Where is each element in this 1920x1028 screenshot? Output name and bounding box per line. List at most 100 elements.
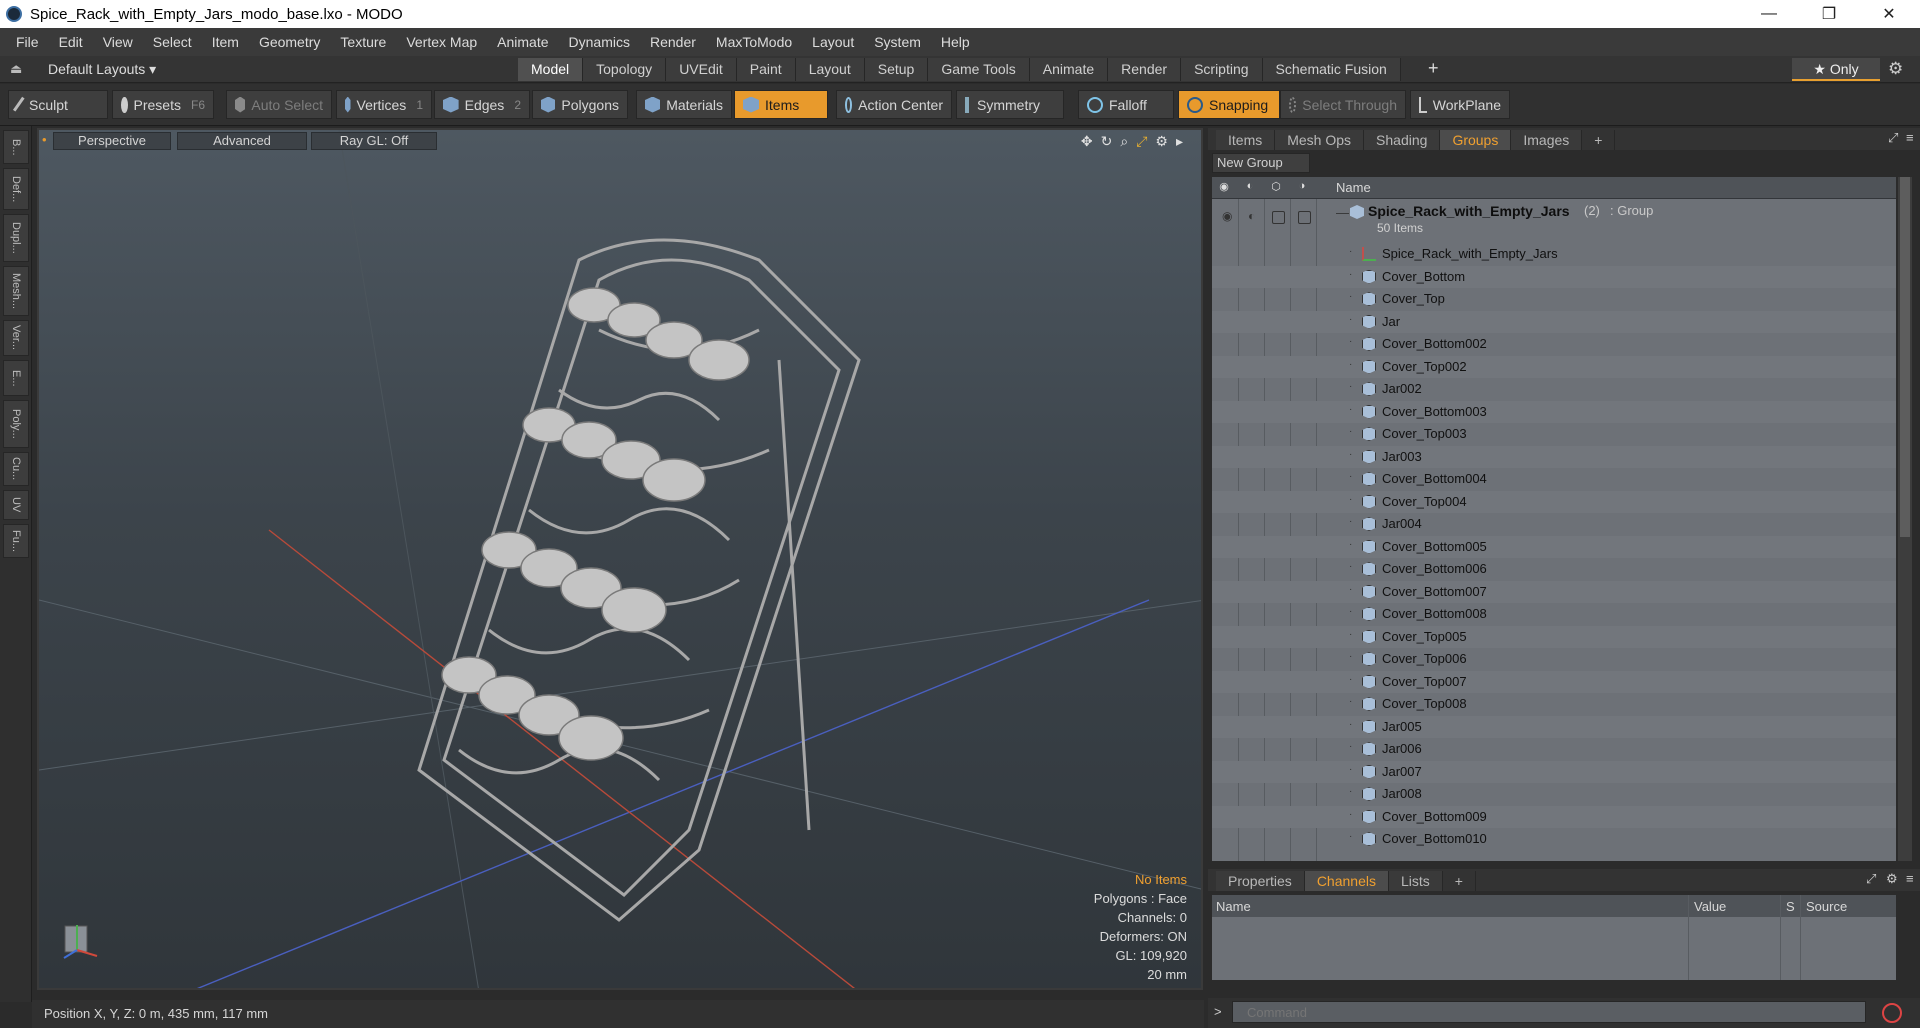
layout-tab-setup[interactable]: Setup bbox=[864, 58, 929, 81]
close-button[interactable]: ✕ bbox=[1860, 0, 1918, 28]
menu-maxtomodo[interactable]: MaxToModo bbox=[706, 34, 802, 50]
layout-tab-scripting[interactable]: Scripting bbox=[1181, 58, 1263, 81]
list-item[interactable]: · Cover_Bottom bbox=[1212, 265, 1896, 288]
select-checkbox[interactable] bbox=[1298, 211, 1311, 224]
only-toggle[interactable]: ★ Only bbox=[1792, 58, 1880, 81]
channel-value-header[interactable]: Value bbox=[1694, 899, 1726, 914]
record-icon[interactable] bbox=[1882, 1003, 1902, 1023]
add-tab-button[interactable]: + bbox=[1443, 871, 1476, 891]
list-item[interactable]: · Cover_Bottom006 bbox=[1212, 558, 1896, 581]
panel-expand-icon[interactable]: ⤢ bbox=[1866, 871, 1876, 887]
menu-item[interactable]: Item bbox=[202, 34, 249, 50]
layout-tab-schematic-fusion[interactable]: Schematic Fusion bbox=[1262, 58, 1401, 81]
gear-icon[interactable]: ⚙ bbox=[1888, 59, 1903, 79]
list-item[interactable]: · Jar003 bbox=[1212, 445, 1896, 468]
list-item[interactable]: · Cover_Bottom002 bbox=[1212, 333, 1896, 356]
select-column-icon[interactable]: ◑ bbox=[1295, 180, 1309, 194]
name-column-header[interactable]: Name bbox=[1336, 180, 1371, 195]
layout-tab-uvedit[interactable]: UVEdit bbox=[666, 58, 737, 81]
left-strip-tab[interactable]: Poly... bbox=[3, 400, 29, 448]
3d-viewport[interactable]: • Perspective Advanced Ray GL: Off ✥ ↻ ⌕… bbox=[37, 128, 1203, 990]
auto-select-button[interactable]: Auto Select bbox=[226, 90, 332, 119]
menu-dynamics[interactable]: Dynamics bbox=[559, 34, 640, 50]
zoom-icon[interactable]: ⌕ bbox=[1120, 133, 1128, 150]
snapping-button[interactable]: Snapping bbox=[1178, 90, 1280, 119]
action-center-button[interactable]: Action Center bbox=[836, 90, 952, 119]
command-input[interactable] bbox=[1232, 1001, 1866, 1023]
render-column-icon[interactable]: ◐ bbox=[1243, 180, 1257, 194]
panel-tab-items[interactable]: Items bbox=[1216, 130, 1276, 150]
left-strip-tab[interactable]: E... bbox=[3, 360, 29, 396]
list-item[interactable]: · Cover_Top008 bbox=[1212, 693, 1896, 716]
layout-tab-animate[interactable]: Animate bbox=[1029, 58, 1109, 81]
maximize-button[interactable]: ❐ bbox=[1800, 0, 1858, 28]
menu-edit[interactable]: Edit bbox=[49, 34, 93, 50]
panel-menu-icon[interactable]: ≡ bbox=[1906, 130, 1914, 145]
panel-tab-properties[interactable]: Properties bbox=[1216, 871, 1305, 891]
falloff-button[interactable]: Falloff bbox=[1078, 90, 1174, 119]
list-item[interactable]: · Cover_Bottom009 bbox=[1212, 805, 1896, 828]
left-strip-tab[interactable]: B... bbox=[3, 130, 29, 164]
list-item[interactable]: · Cover_Bottom004 bbox=[1212, 468, 1896, 491]
pan-icon[interactable]: ✥ bbox=[1081, 133, 1093, 150]
list-item[interactable]: · Cover_Top004 bbox=[1212, 490, 1896, 513]
list-item[interactable]: · Cover_Top005 bbox=[1212, 625, 1896, 648]
symmetry-button[interactable]: Symmetry bbox=[956, 90, 1064, 119]
list-item[interactable]: · Cover_Top003 bbox=[1212, 423, 1896, 446]
panel-tab-channels[interactable]: Channels bbox=[1304, 871, 1389, 891]
panel-menu-icon[interactable]: ≡ bbox=[1906, 871, 1914, 886]
new-group-button[interactable]: New Group bbox=[1212, 153, 1310, 173]
menu-system[interactable]: System bbox=[864, 34, 931, 50]
left-strip-tab[interactable]: UV bbox=[3, 490, 29, 520]
collapse-icon[interactable]: — bbox=[1336, 205, 1349, 220]
left-strip-tab[interactable]: Mesh... bbox=[3, 266, 29, 316]
panel-tab-shading[interactable]: Shading bbox=[1364, 130, 1441, 150]
eye-icon[interactable]: ◉ bbox=[1222, 209, 1232, 223]
groups-scrollbar[interactable] bbox=[1898, 177, 1912, 861]
list-item[interactable]: · Cover_Top006 bbox=[1212, 648, 1896, 671]
layout-tab-model[interactable]: Model bbox=[518, 58, 584, 81]
list-item[interactable]: · Jar008 bbox=[1212, 783, 1896, 806]
menu-render[interactable]: Render bbox=[640, 34, 706, 50]
left-strip-tab[interactable]: Ver... bbox=[3, 320, 29, 356]
fit-icon[interactable]: ⤢ bbox=[1136, 133, 1147, 150]
viewport-expand-icon[interactable]: ▸ bbox=[1176, 133, 1183, 150]
select-through-button[interactable]: Select Through bbox=[1280, 90, 1406, 119]
list-item[interactable]: · Jar bbox=[1212, 310, 1896, 333]
layout-tab-paint[interactable]: Paint bbox=[736, 58, 796, 81]
layout-tab-game-tools[interactable]: Game Tools bbox=[928, 58, 1030, 81]
list-item[interactable]: · Cover_Bottom003 bbox=[1212, 400, 1896, 423]
viewport-menu-icon[interactable]: • bbox=[42, 132, 47, 147]
list-item[interactable]: · Jar006 bbox=[1212, 738, 1896, 761]
sculpt-button[interactable]: Sculpt bbox=[8, 90, 108, 119]
list-item[interactable]: · Jar007 bbox=[1212, 760, 1896, 783]
vertices-button[interactable]: Vertices 1 bbox=[336, 90, 432, 119]
list-item[interactable]: · Spice_Rack_with_Empty_Jars bbox=[1212, 243, 1896, 266]
lock-checkbox[interactable] bbox=[1272, 211, 1285, 224]
workplane-button[interactable]: WorkPlane bbox=[1410, 90, 1510, 119]
list-item[interactable]: · Jar002 bbox=[1212, 378, 1896, 401]
menu-help[interactable]: Help bbox=[931, 34, 980, 50]
minimize-button[interactable]: — bbox=[1740, 0, 1798, 28]
list-item[interactable]: · Cover_Bottom010 bbox=[1212, 828, 1896, 851]
left-strip-tab[interactable]: Def... bbox=[3, 168, 29, 210]
menu-layout[interactable]: Layout bbox=[802, 34, 864, 50]
channel-source-header[interactable]: Source bbox=[1806, 899, 1847, 914]
left-strip-tab[interactable]: Dupl... bbox=[3, 214, 29, 262]
menu-vertex-map[interactable]: Vertex Map bbox=[396, 34, 487, 50]
add-layout-button[interactable]: + bbox=[1428, 58, 1439, 79]
layout-tab-layout[interactable]: Layout bbox=[795, 58, 865, 81]
left-strip-tab[interactable]: Fu... bbox=[3, 524, 29, 558]
channel-name-header[interactable]: Name bbox=[1216, 899, 1251, 914]
list-item[interactable]: · Cover_Top007 bbox=[1212, 670, 1896, 693]
layout-tab-topology[interactable]: Topology bbox=[583, 58, 667, 81]
panel-settings-icon[interactable]: ⚙ bbox=[1886, 871, 1898, 887]
raygl-toggle[interactable]: Ray GL: Off bbox=[311, 132, 437, 150]
layout-tab-render[interactable]: Render bbox=[1108, 58, 1182, 81]
lock-column-icon[interactable]: ⬡ bbox=[1269, 180, 1283, 194]
menu-select[interactable]: Select bbox=[143, 34, 202, 50]
shading-mode-dropdown[interactable]: Advanced bbox=[177, 132, 307, 150]
panel-expand-icon[interactable]: ⤢ bbox=[1888, 130, 1898, 146]
visibility-column-icon[interactable]: ◉ bbox=[1217, 180, 1231, 194]
presets-button[interactable]: Presets F6 bbox=[112, 90, 214, 119]
